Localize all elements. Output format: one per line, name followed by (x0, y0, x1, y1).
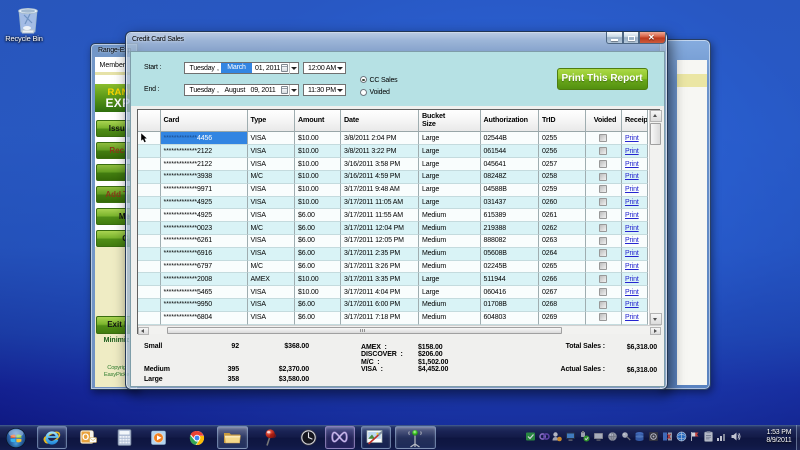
svg-text:O: O (82, 432, 89, 442)
